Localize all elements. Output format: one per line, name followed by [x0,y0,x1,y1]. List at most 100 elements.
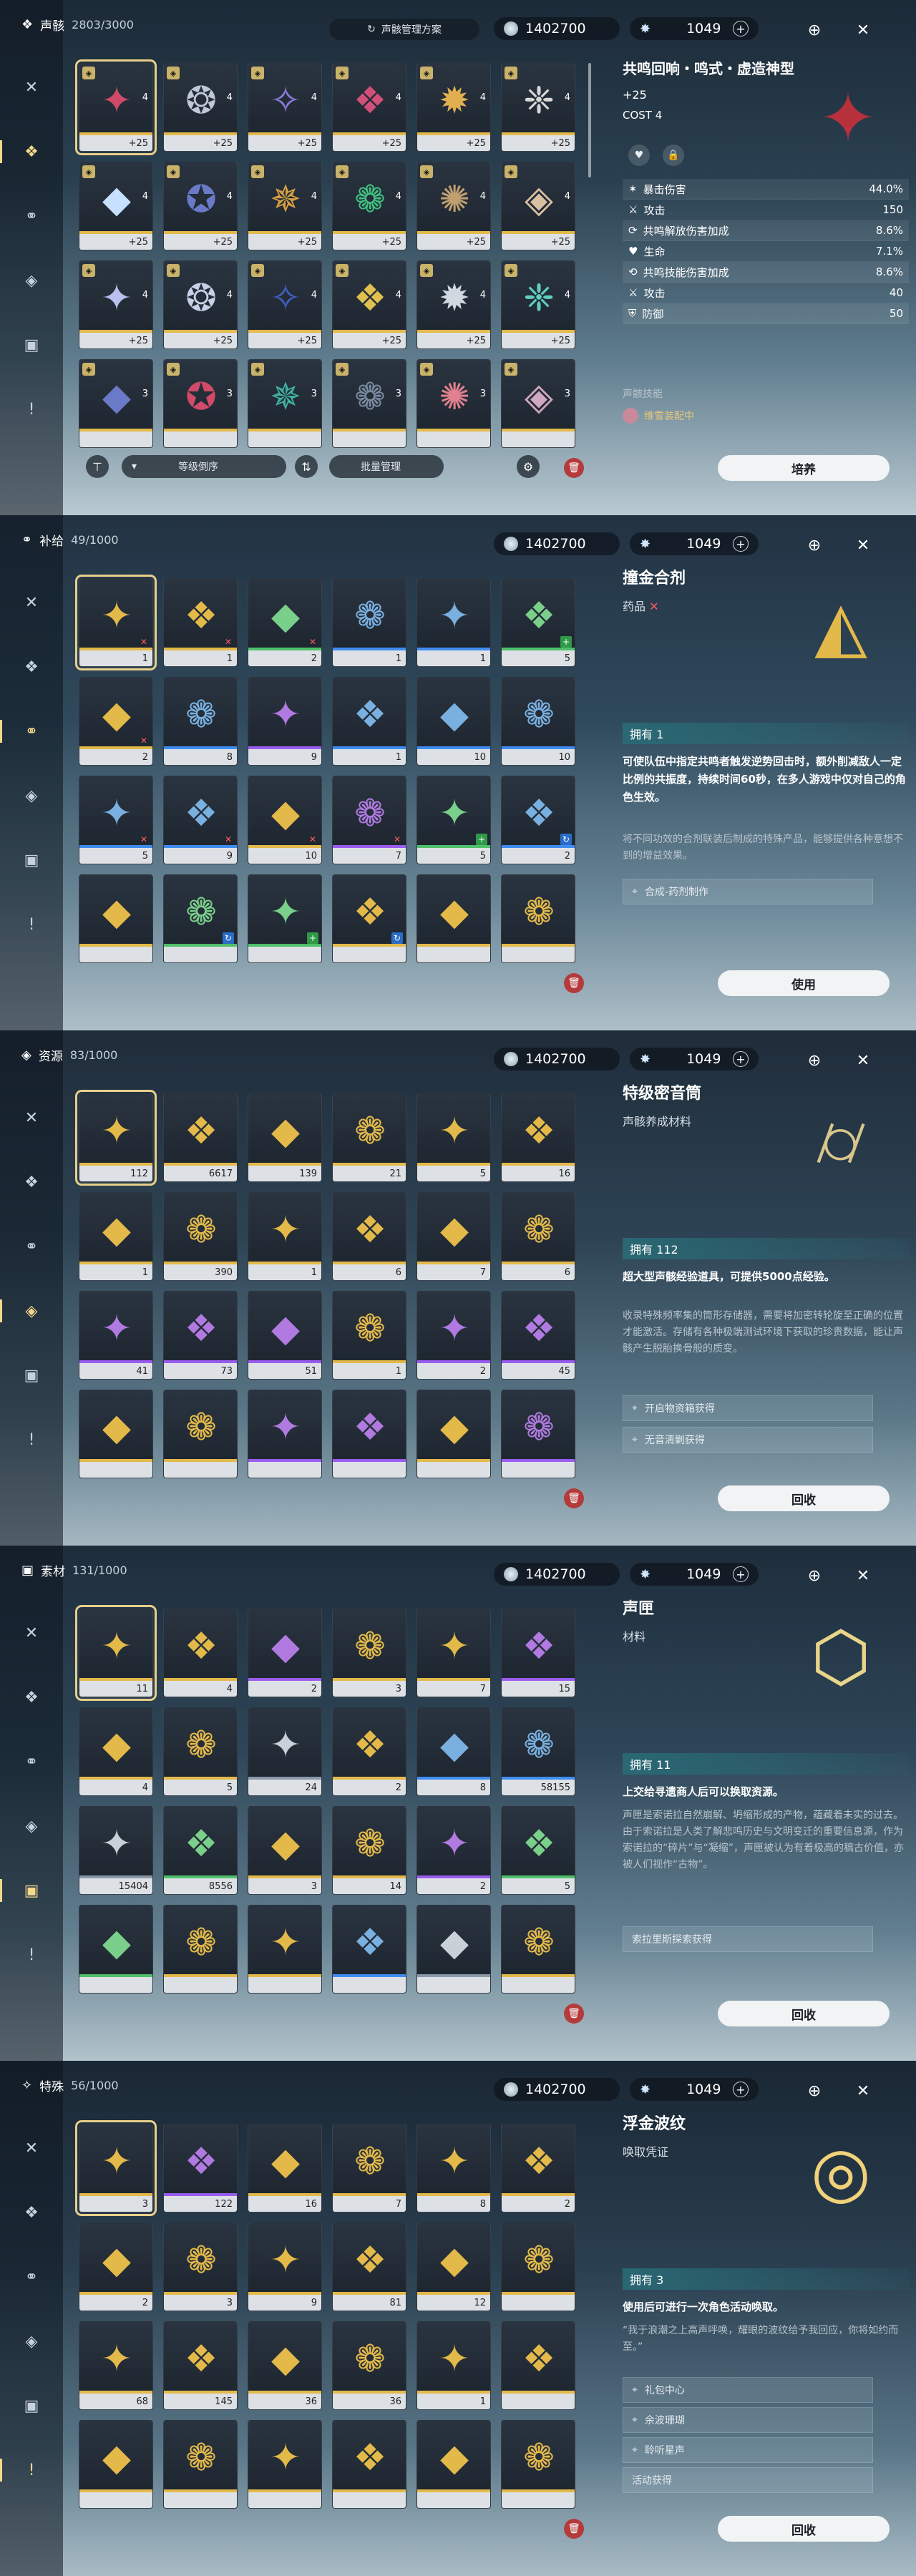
inventory-item[interactable]: ❁ 8 [163,677,238,766]
target-icon[interactable]: ⊕ [800,2077,829,2105]
inventory-item[interactable]: ◆ 51 [248,1291,322,1380]
echo-card[interactable]: ◈ ✧ 4 +25 [248,63,322,152]
inventory-item[interactable]: ✦ 5 [416,1093,491,1182]
mask-icon[interactable]: ❖ [16,1166,47,1198]
inventory-item[interactable]: ❁ [501,1905,575,1994]
echo-card[interactable]: ◈ ❈ 4 +25 [501,63,575,152]
inventory-item[interactable]: ❁ 21 [332,1093,406,1182]
inventory-item[interactable]: ✦ 1 [248,1192,322,1281]
inventory-item[interactable]: ✦ 112 [75,1090,157,1186]
inventory-item[interactable]: ✦ + 5 [416,776,491,864]
mask-icon[interactable]: ❖ [16,2197,47,2228]
alert-icon[interactable]: ! [16,1424,47,1455]
inventory-item[interactable]: ✦ 7 [416,1609,491,1697]
inventory-item[interactable]: ❁ 10 [501,677,575,766]
inventory-item[interactable]: ❁ [163,1390,238,1478]
target-icon[interactable]: ⊕ [800,531,829,560]
inventory-item[interactable]: ◆ 139 [248,1093,322,1182]
inventory-item[interactable]: ❖ 45 [501,1291,575,1380]
box-icon[interactable]: ▣ [16,1360,47,1391]
echo-card[interactable]: ◈ ❖ 4 +25 [332,260,406,349]
swords-icon[interactable]: ✕ [16,587,47,618]
source-link[interactable]: 活动获得 [623,2467,873,2493]
inventory-item[interactable]: ❖ 2 [332,1707,406,1796]
inventory-item[interactable]: ◆ [79,2420,153,2509]
target-icon[interactable]: ⊕ [800,1046,829,1075]
inventory-item[interactable]: ✦ 2 [416,1806,491,1895]
trash-button[interactable]: 🗑 [564,458,584,478]
inventory-item[interactable]: ◆ ✕ 10 [248,776,322,864]
echo-card[interactable]: ◈ ❖ 4 +25 [332,63,406,152]
inventory-item[interactable]: ◆ 2 [79,2223,153,2311]
inventory-item[interactable]: ✦ 24 [248,1707,322,1796]
inventory-item[interactable]: ❖ + 5 [501,578,575,667]
trash-button[interactable]: 🗑 [564,2004,584,2024]
inventory-item[interactable]: ❖ 145 [163,2321,238,2410]
inventory-item[interactable]: ✦ + [248,874,322,963]
inventory-item[interactable]: ◆ 8 [416,1707,491,1796]
inventory-item[interactable]: ◆ 7 [416,1192,491,1281]
add-astrite-button[interactable]: + [733,21,749,36]
inventory-item[interactable]: ◆ 2 [248,1609,322,1697]
inventory-item[interactable]: ✦ ✕ 5 [79,776,153,864]
add-astrite-button[interactable]: + [733,1566,749,1582]
close-icon[interactable]: ✕ [849,531,877,560]
inventory-item[interactable]: ❁ ✕ 7 [332,776,406,864]
capsule-icon[interactable]: ⚭ [0,716,47,747]
inventory-item[interactable]: ❁ [163,2420,238,2509]
inventory-item[interactable]: ❁ 58155 [501,1707,575,1796]
inventory-item[interactable]: ✦ 11 [75,1605,157,1701]
inventory-item[interactable]: ✦ 2 [416,1291,491,1380]
inventory-item[interactable]: ❖ 81 [332,2223,406,2311]
inventory-item[interactable]: ✦ ✕ 1 [75,575,157,670]
inventory-item[interactable]: ◆ 12 [416,2223,491,2311]
echo-card[interactable]: ◈ ✹ 4 +25 [416,260,491,349]
inventory-item[interactable]: ✦ 68 [79,2321,153,2410]
inventory-item[interactable]: ❁ 6 [501,1192,575,1281]
recycle-button[interactable]: 回收 [718,1485,890,1511]
echo-card[interactable]: ◈ ✵ 4 +25 [248,162,322,250]
inventory-item[interactable]: ❖ 2 [501,2124,575,2212]
inventory-item[interactable]: ❁ [163,1905,238,1994]
inventory-item[interactable]: ◆ [416,2420,491,2509]
inventory-item[interactable]: ❖ 1 [332,677,406,766]
inventory-item[interactable]: ◆ [79,874,153,963]
inventory-item[interactable]: ❖ 16 [501,1093,575,1182]
echo-card[interactable]: ◈ ✪ 3 [163,359,238,448]
alert-icon[interactable]: ! [16,394,47,425]
inventory-item[interactable]: ❖ ↻ [332,874,406,963]
inventory-item[interactable]: ◆ 3 [248,1806,322,1895]
echo-card[interactable]: ◈ ❈ 4 +25 [501,260,575,349]
heart-icon[interactable]: ♥ [628,145,650,166]
inventory-item[interactable]: ❁ [501,874,575,963]
source-link[interactable]: 索拉里斯探索获得 [623,1926,873,1952]
cube-icon[interactable]: ◈ [16,2326,47,2357]
swords-icon[interactable]: ✕ [16,72,47,103]
echo-card[interactable]: ◈ ✦ 4 +25 [75,59,157,155]
inventory-item[interactable]: ✦ 3 [75,2120,157,2216]
preset-button[interactable]: ↻ 声骸管理方案 [329,19,479,40]
echo-card[interactable]: ◈ ◈ 3 [501,359,575,448]
box-icon[interactable]: ▣ [16,329,47,361]
close-icon[interactable]: ✕ [849,1046,877,1075]
alert-icon[interactable]: ! [16,1939,47,1971]
inventory-item[interactable]: ◆ [79,1905,153,1994]
echo-card[interactable]: ◈ ❂ 4 +25 [163,260,238,349]
inventory-item[interactable]: ❁ 5 [163,1707,238,1796]
inventory-item[interactable]: ❖ 6 [332,1192,406,1281]
echo-card[interactable]: ◈ ✪ 4 +25 [163,162,238,250]
source-link[interactable]: ⌖ 开启物资箱获得 [623,1395,873,1421]
inventory-item[interactable]: ✦ [248,1390,322,1478]
use-button[interactable]: 使用 [718,970,890,996]
add-astrite-button[interactable]: + [733,1051,749,1067]
inventory-item[interactable]: ✦ 8 [416,2124,491,2212]
inventory-item[interactable]: ❁ 14 [332,1806,406,1895]
inventory-item[interactable]: ❖ 6617 [163,1093,238,1182]
sort-order-button[interactable]: ⇅ [295,455,318,478]
target-icon[interactable]: ⊕ [800,1561,829,1590]
echo-card[interactable]: ◈ ✺ 4 +25 [416,162,491,250]
inventory-item[interactable]: ❖ [332,1905,406,1994]
inventory-item[interactable]: ❁ 3 [163,2223,238,2311]
add-astrite-button[interactable]: + [733,536,749,552]
alert-icon[interactable]: ! [0,2454,47,2486]
